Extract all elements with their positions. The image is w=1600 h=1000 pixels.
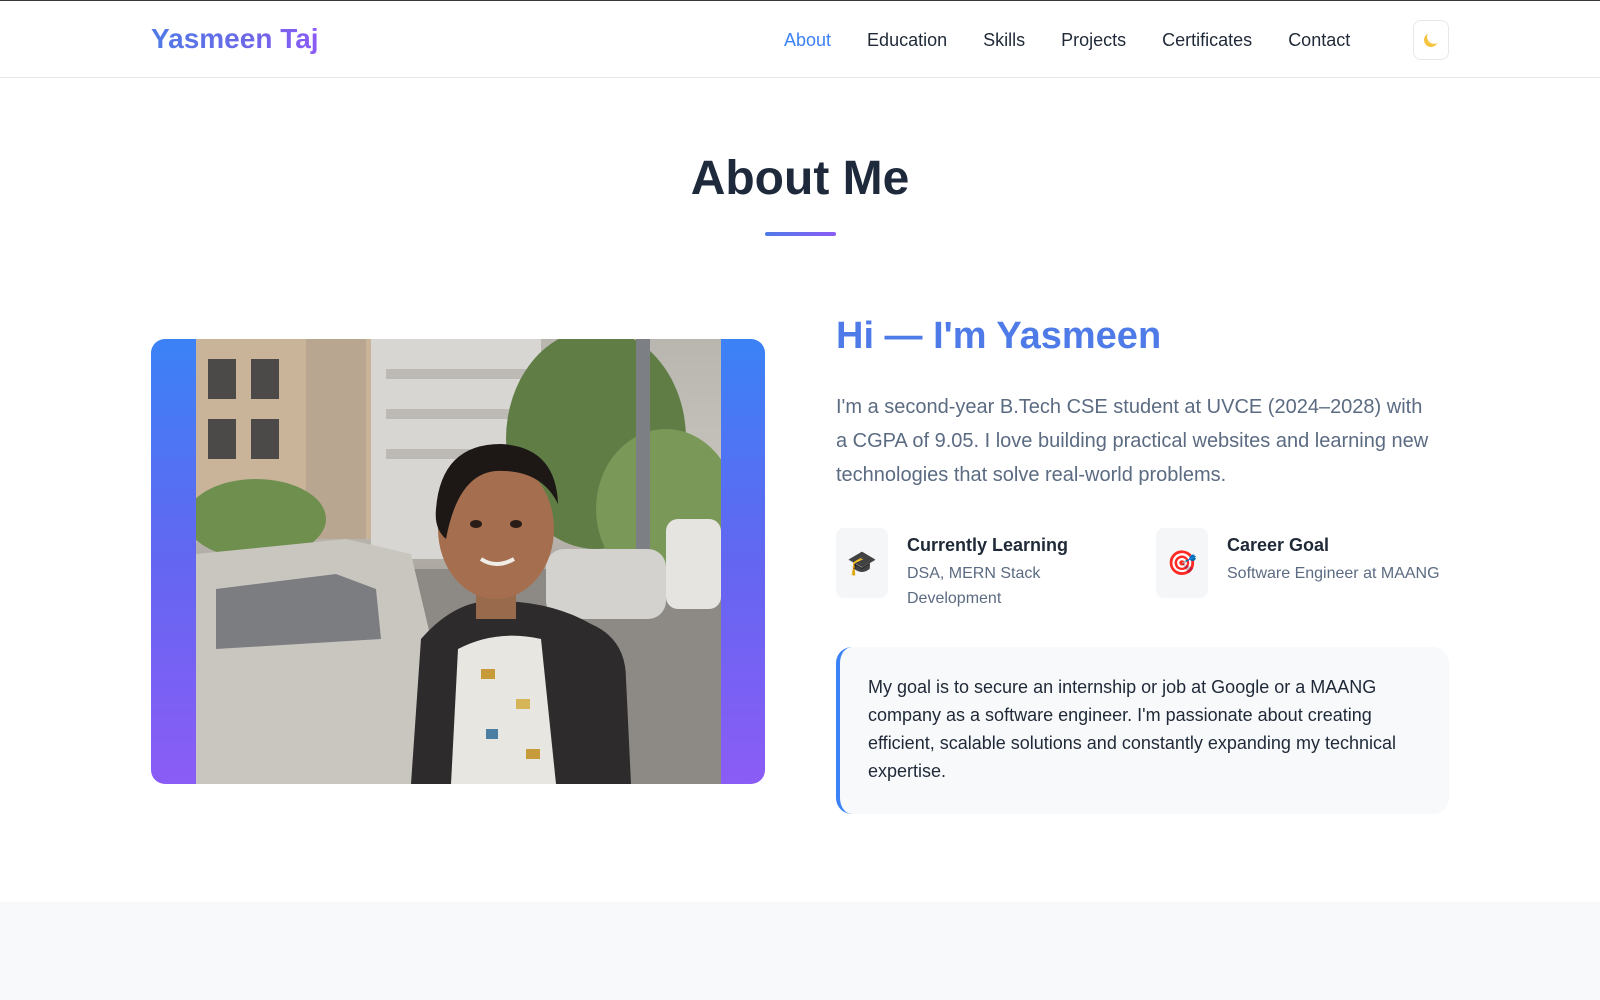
nav-link-about[interactable]: About [784, 28, 831, 52]
top-navbar: Yasmeen Taj About Education Skills Proje… [0, 0, 1600, 78]
bio-paragraph: I'm a second-year B.Tech CSE student at … [836, 396, 1429, 486]
info-card-subtitle: Software Engineer at MAANG [1227, 565, 1440, 582]
title-underline [765, 232, 836, 236]
target-icon: 🎯 [1156, 528, 1208, 598]
nav-link-education[interactable]: Education [867, 28, 947, 52]
nav-link-skills[interactable]: Skills [983, 28, 1025, 52]
graduation-cap-icon: 🎓 [836, 528, 888, 598]
goal-quote-text: My goal is to secure an internship or jo… [868, 677, 1396, 781]
greeting-heading: Hi — I'm Yasmeen [836, 315, 1162, 357]
main-nav: About Education Skills Projects Certific… [784, 28, 1350, 52]
moon-icon [1422, 31, 1440, 49]
nav-link-certificates[interactable]: Certificates [1162, 28, 1252, 52]
info-card-career-goal: 🎯 Career Goal Software Engineer at MAANG [1156, 528, 1467, 598]
next-section-background [0, 902, 1600, 1000]
nav-link-projects[interactable]: Projects [1061, 28, 1126, 52]
site-logo[interactable]: Yasmeen Taj [151, 21, 319, 57]
section-title: About Me [690, 152, 910, 205]
info-card-currently-learning: 🎓 Currently Learning DSA, MERN Stack Dev… [836, 528, 1097, 611]
theme-toggle-button[interactable] [1413, 20, 1449, 60]
info-card-title: Career Goal [1227, 535, 1330, 555]
goal-quote-box: My goal is to secure an internship or jo… [836, 647, 1449, 814]
info-card-subtitle: DSA, MERN Stack Development [907, 565, 1041, 607]
profile-photo-illustration [196, 339, 721, 784]
profile-photo [196, 339, 721, 784]
info-card-title: Currently Learning [907, 535, 1069, 555]
nav-link-contact[interactable]: Contact [1288, 28, 1350, 52]
profile-photo-frame [151, 339, 765, 784]
